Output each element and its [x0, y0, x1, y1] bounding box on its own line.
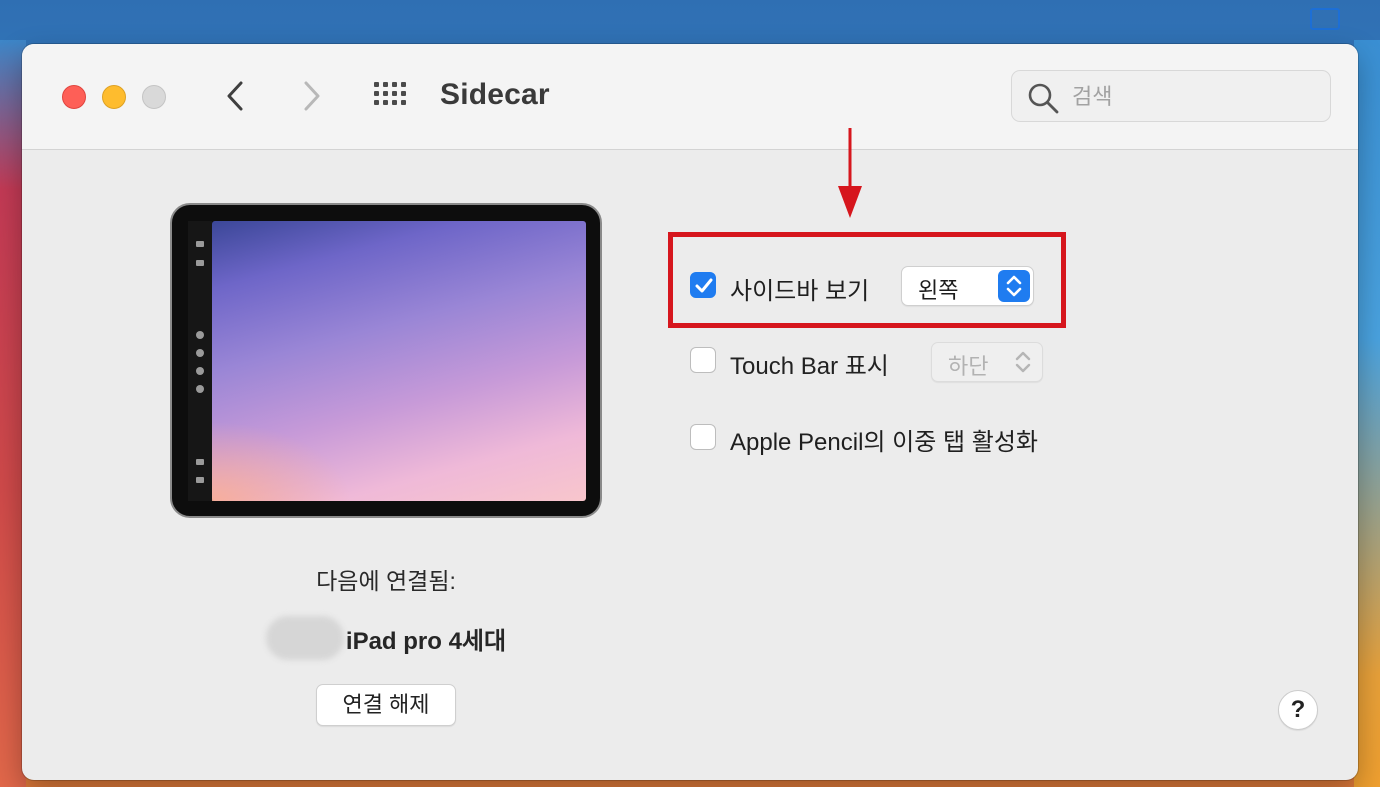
sidebar-position-value: 왼쪽: [918, 278, 959, 303]
search-icon: [1028, 83, 1059, 114]
touchbar-checkbox[interactable]: [690, 347, 716, 373]
touchbar-position-popup[interactable]: 하단: [931, 342, 1043, 382]
show-all-button[interactable]: [370, 79, 410, 113]
zoom-button[interactable]: [142, 85, 166, 109]
system-preferences-window: Sidecar 다음에 연결됨: iPad pro 4세대 연결 해제: [22, 44, 1358, 780]
sidebar-control-icon: [196, 477, 204, 483]
sidebar-option-label: 사이드바 보기: [730, 278, 870, 305]
chevron-right-icon: [304, 81, 320, 111]
forward-button[interactable]: [292, 76, 332, 116]
toolbar: Sidecar: [22, 44, 1358, 150]
sidebar-position-popup[interactable]: 왼쪽: [901, 266, 1034, 306]
search-field[interactable]: [1011, 70, 1331, 122]
ipad-screen-wallpaper: [212, 221, 586, 501]
pencil-option-label: Apple Pencil의 이중 탭 활성화: [730, 429, 1038, 456]
ipad-sidebar-preview: [188, 221, 212, 501]
device-name: iPad pro 4세대: [345, 627, 507, 655]
sidebar-control-icon: [196, 241, 204, 247]
sidebar-modifier-icon: [196, 349, 204, 357]
checkmark-icon: [695, 278, 713, 293]
pencil-double-tap-checkbox[interactable]: [690, 424, 716, 450]
menubar-display-icon[interactable]: [1310, 8, 1340, 30]
sidebar-modifier-icon: [196, 331, 204, 339]
search-input[interactable]: [1070, 81, 1314, 113]
redacted-name: [265, 616, 344, 660]
minimize-button[interactable]: [102, 85, 126, 109]
sidebar-modifier-icon: [196, 367, 204, 375]
chevron-left-icon: [227, 81, 243, 111]
help-button[interactable]: ?: [1278, 690, 1318, 730]
sidebar-checkbox[interactable]: [690, 272, 716, 298]
sidebar-control-icon: [196, 459, 204, 465]
popup-arrows-icon: [998, 270, 1030, 302]
touchbar-position-value: 하단: [948, 354, 989, 379]
back-button[interactable]: [217, 76, 257, 116]
sidebar-control-icon: [196, 260, 204, 266]
close-button[interactable]: [62, 85, 86, 109]
grid-icon: [374, 82, 406, 105]
annotation-arrow-icon: [838, 128, 862, 218]
sidebar-modifier-icon: [196, 385, 204, 393]
window-title: Sidecar: [440, 78, 550, 111]
connected-device: iPad pro 4세대: [170, 616, 602, 660]
disconnect-button[interactable]: 연결 해제: [316, 684, 456, 726]
ipad-illustration: [170, 203, 602, 518]
connected-to-label: 다음에 연결됨:: [316, 568, 456, 594]
popup-arrows-icon: [1007, 346, 1039, 378]
touchbar-option-label: Touch Bar 표시: [730, 353, 889, 380]
